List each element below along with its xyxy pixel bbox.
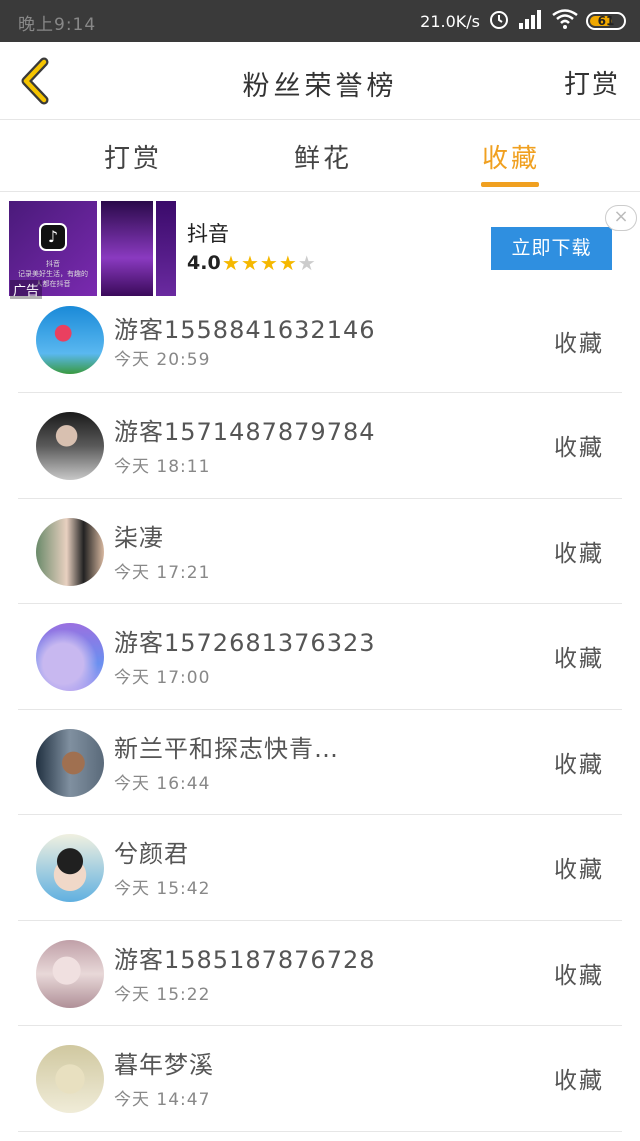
fan-name: 游客1572681376323: [114, 629, 376, 657]
star-icon: ★: [297, 251, 317, 275]
fan-name: 暮年梦溪: [114, 1051, 214, 1079]
signal-icon: [518, 9, 544, 33]
list-item[interactable]: 兮颜君 今天 15:42 收藏: [18, 815, 622, 921]
fan-name: 游客1585187876728: [114, 945, 376, 974]
fan-action: 收藏: [554, 331, 604, 357]
ad-screenshot: [156, 201, 176, 296]
ad-rating-stars: ★★★★★: [222, 251, 317, 275]
star-icon: ★: [222, 251, 241, 275]
fan-name: 新兰平和探志快青…: [114, 734, 339, 763]
list-item[interactable]: 游客1558841632146 今天 20:59 收藏: [18, 300, 622, 393]
ad-banner[interactable]: ♪ 抖音 记录美好生活，有趣的人都在抖音 广告 抖音 4.0 ★★★★★ 立即下载: [0, 194, 640, 300]
avatar: [36, 728, 104, 797]
fan-time: 今天 16:44: [114, 773, 211, 794]
avatar: [36, 306, 104, 374]
ad-download-button[interactable]: 立即下载: [491, 227, 612, 270]
fan-time: 今天 17:21: [114, 562, 211, 583]
list-item[interactable]: 游客1572681376323 今天 17:00 收藏: [18, 604, 622, 710]
title-bar: 粉丝荣誉榜 打赏: [0, 42, 640, 120]
fan-time: 今天 15:42: [114, 879, 211, 899]
avatar: [36, 517, 104, 586]
battery-icon: 61: [586, 12, 626, 30]
fan-action: 收藏: [554, 646, 604, 672]
tab-favorites[interactable]: 收藏: [482, 138, 540, 175]
avatar: [36, 939, 104, 1008]
wifi-icon: [552, 9, 578, 33]
status-icons: 21.0K/s 61: [420, 9, 626, 33]
tab-bar: 打赏 鲜花 收藏: [0, 120, 640, 192]
avatar: [36, 412, 104, 480]
list-item[interactable]: 新兰平和探志快青… 今天 16:44 收藏: [18, 710, 622, 815]
fan-action: 收藏: [554, 962, 604, 989]
status-time: 晚上9:14: [18, 15, 97, 35]
avatar: [36, 834, 104, 902]
status-bar: 晚上9:14 21.0K/s 61: [0, 0, 640, 42]
tab-reward[interactable]: 打赏: [104, 138, 162, 175]
ad-tag: 广告: [10, 280, 43, 299]
tab-flowers[interactable]: 鲜花: [294, 138, 352, 175]
battery-level: 61: [597, 14, 615, 28]
page-title: 粉丝荣誉榜: [242, 71, 398, 102]
list-item[interactable]: 游客1571487879784 今天 18:11 收藏: [18, 393, 622, 499]
fan-time: 今天 20:59: [114, 350, 211, 370]
fan-name: 游客1558841632146: [114, 316, 376, 344]
avatar: [36, 623, 104, 691]
list-item[interactable]: 游客1585187876728 今天 15:22 收藏: [18, 921, 622, 1026]
star-icon: ★: [259, 251, 279, 275]
fan-name: 柒凄: [114, 523, 164, 552]
list-item[interactable]: 柒凄 今天 17:21 收藏: [18, 499, 622, 604]
fan-time: 今天 17:00: [114, 668, 211, 688]
alarm-icon: [488, 8, 510, 34]
net-speed: 21.0K/s: [420, 11, 480, 31]
active-tab-indicator: [481, 182, 539, 187]
fan-time: 今天 14:47: [114, 1090, 211, 1110]
fan-time: 今天 18:11: [114, 457, 211, 477]
fan-action: 收藏: [554, 435, 604, 461]
ad-screenshot: [101, 201, 153, 296]
avatar: [36, 1045, 104, 1113]
list-item[interactable]: 暮年梦溪 今天 14:47 收藏: [18, 1026, 622, 1132]
ad-rating: 4.0: [187, 252, 221, 274]
fan-name: 游客1571487879784: [114, 418, 376, 446]
fans-list: 游客1558841632146 今天 20:59 收藏 游客1571487879…: [18, 300, 622, 1132]
close-icon[interactable]: ×: [605, 205, 637, 231]
fan-action: 收藏: [554, 857, 604, 883]
fan-action: 收藏: [554, 1068, 604, 1094]
fan-action: 收藏: [554, 751, 604, 778]
fan-time: 今天 15:22: [114, 984, 211, 1005]
fan-name: 兮颜君: [114, 840, 189, 868]
ad-app-name: 抖音: [187, 222, 229, 246]
tiktok-logo-icon: ♪: [39, 223, 67, 251]
fan-action: 收藏: [554, 540, 604, 567]
reward-button[interactable]: 打赏: [564, 64, 620, 101]
star-icon: ★: [240, 251, 260, 275]
star-icon: ★: [278, 251, 298, 275]
